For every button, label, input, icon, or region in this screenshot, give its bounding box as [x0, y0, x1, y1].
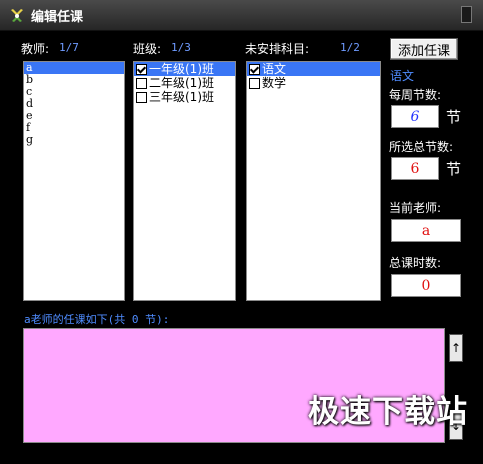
class-item-label: 一年级(1)班 [149, 62, 214, 76]
subject-checkbox[interactable] [249, 63, 260, 75]
current-teacher-label: 当前老师: [389, 201, 442, 215]
class-list[interactable]: 一年级(1)班 二年级(1)班 三年级(1)班 [133, 61, 236, 301]
summary-label: a老师的任课如下(共 0 节): [24, 313, 170, 326]
current-teacher-value: a [391, 219, 461, 242]
edit-assignment-window: 编辑任课 教师: 1/7 a b c d e f g 班级: 1/3 一年级(1… [0, 0, 483, 464]
class-item-label: 二年级(1)班 [149, 76, 214, 90]
current-subject: 语文 [390, 69, 415, 83]
total-periods-value: 6 [391, 157, 439, 180]
total-hours-value: 0 [391, 274, 461, 297]
watermark-text: 极速下载站 [308, 394, 468, 430]
subjects-count: 1/2 [340, 41, 360, 54]
title-bar: 编辑任课 [0, 0, 483, 31]
class-item[interactable]: 三年级(1)班 [134, 90, 235, 104]
class-item[interactable]: 二年级(1)班 [134, 76, 235, 90]
teacher-item[interactable]: a [24, 62, 124, 74]
teacher-list[interactable]: a b c d e f g [23, 61, 125, 301]
app-logo-icon [11, 9, 23, 22]
class-checkbox[interactable] [136, 63, 147, 75]
teachers-label: 教师: [21, 42, 50, 56]
weekly-periods-unit: 节 [446, 108, 462, 126]
class-checkbox[interactable] [136, 91, 147, 103]
close-button[interactable] [461, 6, 472, 23]
weekly-periods-label: 每周节数: [389, 88, 442, 102]
teacher-item[interactable]: g [24, 134, 124, 146]
scroll-up-button[interactable]: ↑ [449, 334, 463, 362]
subject-list[interactable]: 语文 数学 [246, 61, 381, 301]
subject-item-label: 数学 [262, 76, 287, 90]
window-title: 编辑任课 [31, 10, 84, 25]
teacher-item[interactable]: f [24, 122, 124, 134]
subject-checkbox[interactable] [249, 77, 260, 89]
subjects-label: 未安排科目: [245, 42, 310, 56]
class-checkbox[interactable] [136, 77, 147, 89]
teacher-item[interactable]: d [24, 98, 124, 110]
teacher-item[interactable]: c [24, 86, 124, 98]
total-hours-label: 总课时数: [389, 256, 442, 270]
classes-count: 1/3 [171, 41, 191, 54]
class-item[interactable]: 一年级(1)班 [134, 62, 235, 76]
subject-item[interactable]: 数学 [247, 76, 380, 90]
subject-item[interactable]: 语文 [247, 62, 380, 76]
subject-item-label: 语文 [262, 62, 287, 76]
teacher-item[interactable]: e [24, 110, 124, 122]
teacher-item[interactable]: b [24, 74, 124, 86]
total-periods-label: 所选总节数: [389, 140, 454, 154]
arrow-up-icon: ↑ [450, 341, 462, 355]
classes-label: 班级: [133, 42, 162, 56]
teachers-count: 1/7 [59, 41, 79, 54]
weekly-periods-input[interactable]: 6 [391, 105, 439, 128]
class-item-label: 三年级(1)班 [149, 90, 214, 104]
add-assignment-button[interactable]: 添加任课 [390, 38, 458, 60]
total-periods-unit: 节 [446, 160, 462, 178]
